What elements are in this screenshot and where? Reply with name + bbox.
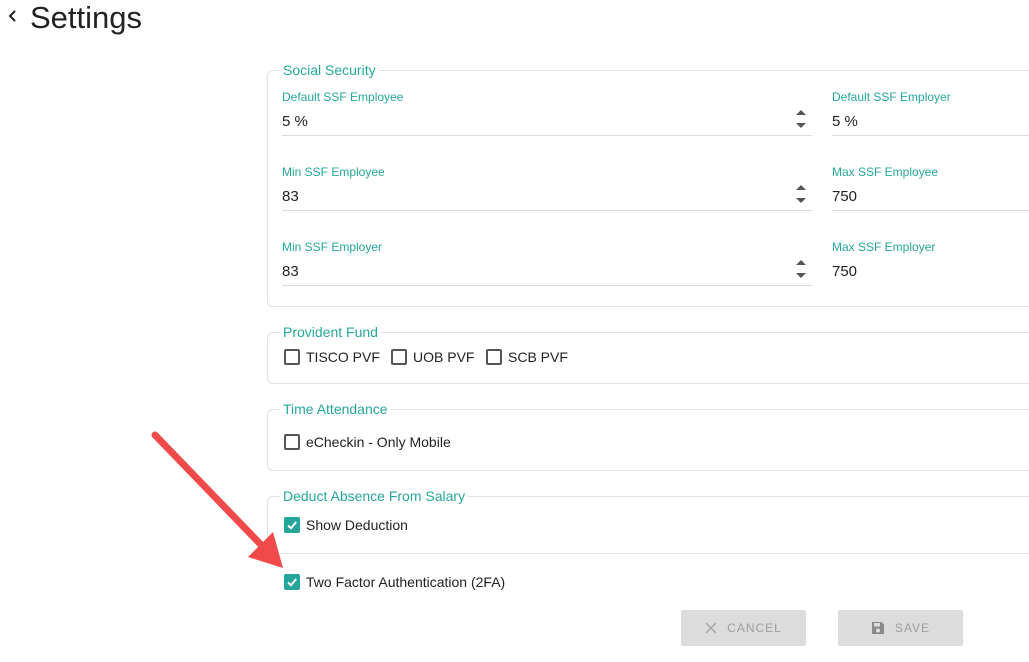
save-label: SAVE	[894, 621, 931, 635]
section-legend: Deduct Absence From Salary	[283, 488, 466, 504]
default-ssf-employee-field[interactable]: Default SSF Employee 5 %	[282, 90, 812, 136]
checkbox-label: Two Factor Authentication (2FA)	[306, 574, 506, 590]
number-stepper[interactable]	[796, 108, 806, 130]
close-icon	[705, 622, 717, 634]
save-button[interactable]: SAVE	[838, 610, 963, 646]
page-header: Settings	[0, 0, 400, 40]
cancel-button[interactable]: CANCEL	[681, 610, 806, 646]
show-deduction-checkbox[interactable]: Show Deduction	[284, 517, 408, 533]
decrement-icon[interactable]	[796, 198, 806, 203]
checkbox-label: SCB PVF	[508, 349, 568, 365]
section-legend: Time Attendance	[283, 401, 388, 417]
annotation-arrow-icon	[151, 431, 283, 568]
tisco-pvf-checkbox[interactable]: TISCO PVF	[284, 349, 380, 365]
min-ssf-employee-field[interactable]: Min SSF Employee 83	[282, 165, 812, 211]
two-factor-auth-checkbox[interactable]: Two Factor Authentication (2FA)	[284, 574, 505, 590]
default-ssf-employer-field[interactable]: Default SSF Employer 5 %	[832, 90, 1029, 136]
max-ssf-employer-field[interactable]: Max SSF Employer 750	[832, 240, 1029, 286]
save-icon	[871, 621, 885, 635]
max-ssf-employee-field[interactable]: Max SSF Employee 750	[832, 165, 1029, 211]
section-legend: Social Security	[283, 62, 376, 78]
checkbox-label: UOB PVF	[413, 349, 475, 365]
echeckin-only-mobile-checkbox[interactable]: eCheckin - Only Mobile	[284, 434, 451, 450]
field-value: 83	[282, 188, 299, 205]
field-label: Default SSF Employee	[282, 90, 404, 104]
number-stepper[interactable]	[796, 183, 806, 205]
chevron-left-icon[interactable]	[6, 6, 20, 26]
scb-pvf-checkbox[interactable]: SCB PVF	[486, 349, 568, 365]
field-value: 83	[282, 263, 299, 280]
number-stepper[interactable]	[796, 258, 806, 280]
checkbox-box[interactable]	[284, 349, 300, 365]
field-underline	[832, 135, 1029, 136]
provident-fund-section: Provident Fund	[267, 324, 1029, 384]
field-label: Min SSF Employer	[282, 240, 383, 254]
checkbox-box[interactable]	[486, 349, 502, 365]
uob-pvf-checkbox[interactable]: UOB PVF	[391, 349, 474, 365]
checkbox-label: Show Deduction	[306, 517, 408, 533]
checkbox-label: TISCO PVF	[306, 349, 380, 365]
cancel-label: CANCEL	[727, 621, 782, 635]
field-label: Default SSF Employer	[832, 90, 951, 104]
field-underline	[282, 210, 812, 211]
field-underline	[282, 285, 812, 286]
decrement-icon[interactable]	[796, 123, 806, 128]
divider	[267, 553, 1029, 554]
field-label: Max SSF Employer	[832, 240, 936, 254]
field-underline	[832, 210, 1029, 211]
checkbox-label: eCheckin - Only Mobile	[306, 434, 451, 450]
section-legend: Provident Fund	[283, 324, 378, 340]
field-value: 5 %	[832, 113, 858, 130]
increment-icon[interactable]	[796, 185, 806, 190]
field-value: 5 %	[282, 113, 308, 130]
field-value: 750	[832, 188, 858, 205]
checkbox-box[interactable]	[391, 349, 407, 365]
increment-icon[interactable]	[796, 260, 806, 265]
field-underline	[282, 135, 812, 136]
field-label: Min SSF Employee	[282, 165, 385, 179]
field-label: Max SSF Employee	[832, 165, 939, 179]
increment-icon[interactable]	[796, 110, 806, 115]
page-title: Settings	[30, 0, 143, 35]
field-value: 750	[832, 263, 858, 280]
min-ssf-employer-field[interactable]: Min SSF Employer 83	[282, 240, 812, 286]
decrement-icon[interactable]	[796, 273, 806, 278]
